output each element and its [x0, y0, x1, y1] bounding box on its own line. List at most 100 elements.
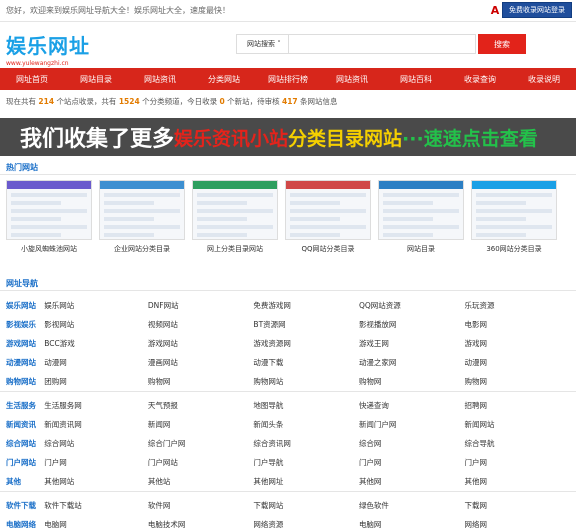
site-link[interactable]: 新闻网	[148, 419, 254, 430]
category-link[interactable]: 影视娱乐	[6, 319, 44, 330]
site-screenshot[interactable]	[99, 180, 185, 240]
site-link[interactable]: 乐玩资源	[464, 300, 570, 311]
site-link[interactable]: 其他网	[464, 476, 570, 487]
site-link[interactable]: 网络网	[464, 519, 570, 528]
featured-site-card[interactable]: 小旋风蜘蛛池网站	[6, 180, 92, 260]
site-link[interactable]: 绿色软件	[359, 500, 465, 511]
featured-site-card[interactable]: 360网站分类目录	[471, 180, 557, 260]
site-link[interactable]: BT资源网	[253, 319, 359, 330]
category-link[interactable]: 游戏网站	[6, 338, 44, 349]
site-link[interactable]: 影视播放网	[359, 319, 465, 330]
site-link[interactable]: 新闻网站	[464, 419, 570, 430]
site-link[interactable]: 动漫网	[44, 357, 148, 368]
site-link[interactable]: 动漫下载	[253, 357, 359, 368]
site-link[interactable]: 电脑技术网	[148, 519, 254, 528]
nav-item[interactable]: 网址首页	[0, 68, 64, 90]
category-link[interactable]: 门户网站	[6, 457, 44, 468]
category-link[interactable]: 娱乐网站	[6, 300, 44, 311]
site-link[interactable]: 生活服务网	[44, 400, 148, 411]
search-input[interactable]	[288, 34, 476, 54]
site-link[interactable]: 门户网	[464, 457, 570, 468]
nav-item[interactable]: 收录查询	[448, 68, 512, 90]
site-caption[interactable]: QQ网站分类目录	[285, 244, 371, 254]
category-link[interactable]: 购物网站	[6, 376, 44, 387]
nav-item[interactable]: 分类网站	[192, 68, 256, 90]
site-caption[interactable]: 网站目录	[378, 244, 464, 254]
featured-site-card[interactable]: 网站目录	[378, 180, 464, 260]
site-link[interactable]: 其他网址	[253, 476, 359, 487]
site-link[interactable]: 地图导航	[253, 400, 359, 411]
site-link[interactable]: 购物网站	[253, 376, 359, 387]
site-link[interactable]: 团购网	[44, 376, 148, 387]
site-link[interactable]: 动漫之家网	[359, 357, 465, 368]
category-link[interactable]: 电脑网络	[6, 519, 44, 528]
site-link[interactable]: 网络资源	[253, 519, 359, 528]
site-link[interactable]: 软件网	[148, 500, 254, 511]
site-link[interactable]: 免费游戏网	[253, 300, 359, 311]
category-link[interactable]: 动漫网站	[6, 357, 44, 368]
site-link[interactable]: QQ网站资源	[359, 300, 465, 311]
site-link[interactable]: 新闻头条	[253, 419, 359, 430]
site-link[interactable]: DNF网站	[148, 300, 254, 311]
site-link[interactable]: 漫画网站	[148, 357, 254, 368]
site-screenshot[interactable]	[285, 180, 371, 240]
site-link[interactable]: 游戏王网	[359, 338, 465, 349]
search-button[interactable]: 搜索	[478, 34, 526, 54]
category-link[interactable]: 新闻资讯	[6, 419, 44, 430]
site-screenshot[interactable]	[6, 180, 92, 240]
site-link[interactable]: 下载网	[464, 500, 570, 511]
search-scope-select[interactable]: 网站搜索 ˅	[236, 34, 288, 54]
site-link[interactable]: 综合导航	[464, 438, 570, 449]
nav-item[interactable]: 收录说明	[512, 68, 576, 90]
nav-item[interactable]: 网站百科	[384, 68, 448, 90]
site-link[interactable]: 其他网	[359, 476, 465, 487]
nav-item[interactable]: 网站资讯	[128, 68, 192, 90]
site-link[interactable]: 综合门户网	[148, 438, 254, 449]
font-a-icon[interactable]: A	[488, 3, 502, 17]
site-link[interactable]: 购物网	[464, 376, 570, 387]
category-link[interactable]: 生活服务	[6, 400, 44, 411]
site-screenshot[interactable]	[192, 180, 278, 240]
featured-site-card[interactable]: 网上分类目录网站	[192, 180, 278, 260]
site-link[interactable]: 游戏资源网	[253, 338, 359, 349]
site-link[interactable]: 购物网	[148, 376, 254, 387]
site-link[interactable]: 娱乐网站	[44, 300, 148, 311]
site-logo[interactable]: 娱乐网址 www.yulewangzhi.cn	[6, 30, 90, 67]
site-link[interactable]: 综合网站	[44, 438, 148, 449]
site-link[interactable]: 综合网	[359, 438, 465, 449]
site-link[interactable]: 其他站	[148, 476, 254, 487]
featured-site-card[interactable]: QQ网站分类目录	[285, 180, 371, 260]
category-link[interactable]: 综合网站	[6, 438, 44, 449]
site-link[interactable]: 门户网站	[148, 457, 254, 468]
site-link[interactable]: 动漫网	[464, 357, 570, 368]
site-link[interactable]: 综合资讯网	[253, 438, 359, 449]
nav-item[interactable]: 网站资讯	[320, 68, 384, 90]
site-caption[interactable]: 网上分类目录网站	[192, 244, 278, 254]
site-link[interactable]: 天气预报	[148, 400, 254, 411]
site-link[interactable]: 门户导航	[253, 457, 359, 468]
site-link[interactable]: 新闻门户网	[359, 419, 465, 430]
category-link[interactable]: 其他	[6, 476, 44, 487]
site-screenshot[interactable]	[378, 180, 464, 240]
site-link[interactable]: 视频网站	[148, 319, 254, 330]
site-link[interactable]: 游戏网站	[148, 338, 254, 349]
nav-item[interactable]: 网站目录	[64, 68, 128, 90]
site-link[interactable]: 快递查询	[359, 400, 465, 411]
site-link[interactable]: 电脑网	[44, 519, 148, 528]
login-button[interactable]: 免费收录网站登录	[502, 2, 572, 18]
site-caption[interactable]: 小旋风蜘蛛池网站	[6, 244, 92, 254]
nav-item[interactable]: 网站排行榜	[256, 68, 320, 90]
site-link[interactable]: 招聘网	[464, 400, 570, 411]
category-link[interactable]: 软件下载	[6, 500, 44, 511]
site-link[interactable]: BCC游戏	[44, 338, 148, 349]
site-link[interactable]: 软件下载站	[44, 500, 148, 511]
site-link[interactable]: 门户网	[359, 457, 465, 468]
site-caption[interactable]: 企业网站分类目录	[99, 244, 185, 254]
site-link[interactable]: 游戏网	[464, 338, 570, 349]
site-screenshot[interactable]	[471, 180, 557, 240]
site-link[interactable]: 新闻资讯网	[44, 419, 148, 430]
site-link[interactable]: 影视网站	[44, 319, 148, 330]
site-caption[interactable]: 360网站分类目录	[471, 244, 557, 254]
featured-site-card[interactable]: 企业网站分类目录	[99, 180, 185, 260]
promo-banner[interactable]: 我们收集了更多 娱乐资讯小站 分类目录网站 ···速速点击查看	[0, 118, 576, 156]
